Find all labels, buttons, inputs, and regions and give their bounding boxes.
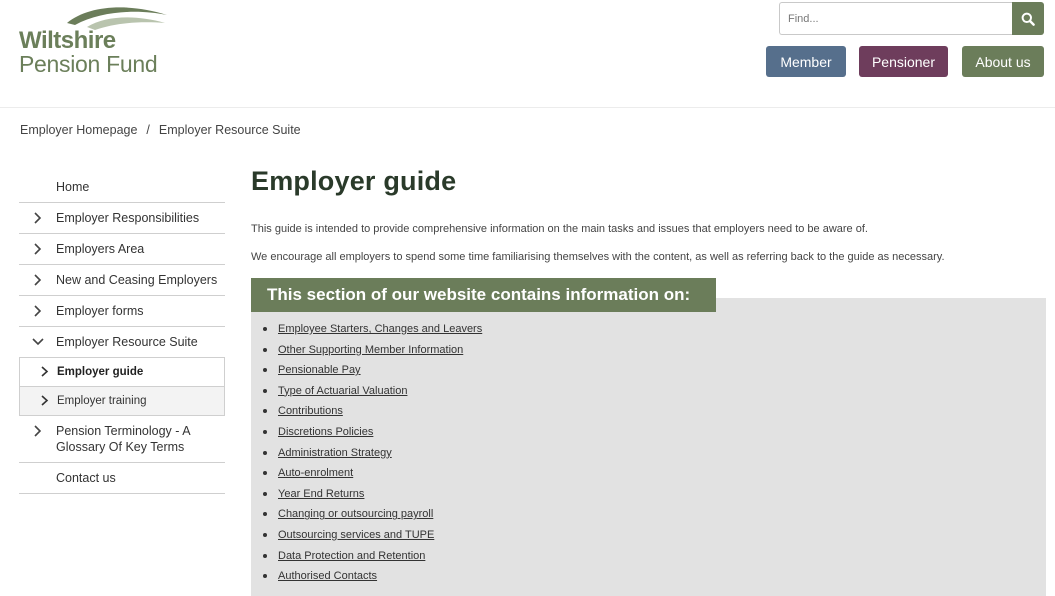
- sidebar-item-label: Employer Resource Suite: [56, 335, 198, 349]
- list-item: Changing or outsourcing payroll: [263, 506, 482, 527]
- list-item: Contributions: [263, 403, 482, 424]
- topic-link-list: Employee Starters, Changes and Leavers O…: [263, 321, 482, 589]
- topic-link[interactable]: Outsourcing services and TUPE: [278, 529, 434, 541]
- breadcrumb-link-employer-homepage[interactable]: Employer Homepage: [20, 123, 137, 137]
- member-button[interactable]: Member: [766, 46, 846, 77]
- sidebar-item-label: Employer forms: [56, 304, 144, 318]
- chevron-right-icon: [34, 305, 42, 317]
- chevron-right-icon: [41, 366, 49, 377]
- sidebar-item-label: Pension Terminology - A Glossary Of Key …: [56, 424, 190, 454]
- sidebar-item-employer-responsibilities[interactable]: Employer Responsibilities: [19, 203, 225, 234]
- sidebar-item-new-and-ceasing-employers[interactable]: New and Ceasing Employers: [19, 265, 225, 296]
- sidebar-item-pension-terminology[interactable]: Pension Terminology - A Glossary Of Key …: [19, 416, 225, 463]
- topic-link[interactable]: Authorised Contacts: [278, 570, 377, 582]
- search-icon: [1021, 12, 1035, 26]
- sidebar-item-employers-area[interactable]: Employers Area: [19, 234, 225, 265]
- list-item: Discretions Policies: [263, 424, 482, 445]
- intro-paragraph: We encourage all employers to spend some…: [251, 251, 945, 263]
- list-item: Other Supporting Member Information: [263, 342, 482, 363]
- topic-link[interactable]: Data Protection and Retention: [278, 550, 425, 562]
- topic-link[interactable]: Discretions Policies: [278, 426, 373, 438]
- sidebar-item-home[interactable]: Home: [19, 172, 225, 203]
- list-item: Data Protection and Retention: [263, 548, 482, 569]
- pensioner-button[interactable]: Pensioner: [859, 46, 948, 77]
- list-item: Type of Actuarial Valuation: [263, 383, 482, 404]
- sidebar-subitem-employer-training[interactable]: Employer training: [19, 387, 225, 416]
- sidebar-subitem-employer-guide[interactable]: Employer guide: [19, 357, 225, 387]
- breadcrumb-link-employer-resource-suite[interactable]: Employer Resource Suite: [159, 123, 301, 137]
- topic-link[interactable]: Type of Actuarial Valuation: [278, 385, 407, 397]
- sidebar-item-employer-forms[interactable]: Employer forms: [19, 296, 225, 327]
- chevron-right-icon: [41, 395, 49, 406]
- site-header: Wiltshire Pension Fund Member Pensioner …: [0, 0, 1055, 108]
- page-title: Employer guide: [251, 166, 457, 196]
- list-item: Outsourcing services and TUPE: [263, 527, 482, 548]
- chevron-right-icon: [34, 212, 42, 224]
- list-item: Employee Starters, Changes and Leavers: [263, 321, 482, 342]
- sidebar-item-label: Employers Area: [56, 242, 145, 256]
- topic-link[interactable]: Administration Strategy: [278, 447, 392, 459]
- topic-link[interactable]: Contributions: [278, 405, 343, 417]
- topic-link[interactable]: Auto-enrolment: [278, 467, 353, 479]
- list-item: Pensionable Pay: [263, 362, 482, 383]
- list-item: Auto-enrolment: [263, 465, 482, 486]
- sidebar-subitem-label: Employer guide: [57, 366, 144, 378]
- list-item: Administration Strategy: [263, 445, 482, 466]
- sidebar-subitem-label: Employer training: [57, 395, 147, 407]
- intro-paragraph: This guide is intended to provide compre…: [251, 223, 868, 235]
- sidebar-item-employer-resource-suite[interactable]: Employer Resource Suite: [19, 327, 225, 357]
- topic-link[interactable]: Changing or outsourcing payroll: [278, 508, 433, 520]
- sidebar-item-label: Contact us: [56, 471, 116, 485]
- panel-heading: This section of our website contains inf…: [251, 278, 716, 312]
- list-item: Year End Returns: [263, 486, 482, 507]
- site-logo[interactable]: Wiltshire Pension Fund: [19, 3, 174, 77]
- sidebar-item-label: New and Ceasing Employers: [56, 273, 218, 287]
- topic-link[interactable]: Other Supporting Member Information: [278, 344, 463, 356]
- sidebar-nav: Home Employer Responsibilities Employers…: [19, 172, 225, 494]
- sidebar-item-label: Employer Responsibilities: [56, 211, 200, 225]
- chevron-right-icon: [34, 243, 42, 255]
- search-bar: [779, 2, 1044, 35]
- sidebar-item-contact-us[interactable]: Contact us: [19, 463, 225, 494]
- search-button[interactable]: [1012, 2, 1044, 35]
- sidebar-item-label: Home: [56, 180, 90, 194]
- about-us-button[interactable]: About us: [962, 46, 1044, 77]
- chevron-right-icon: [34, 274, 42, 286]
- chevron-right-icon: [34, 425, 42, 437]
- topic-link[interactable]: Employee Starters, Changes and Leavers: [278, 323, 482, 335]
- logo-text-line2: Pension Fund: [19, 51, 158, 77]
- chevron-down-icon: [32, 338, 44, 346]
- topic-link[interactable]: Year End Returns: [278, 488, 364, 500]
- search-input[interactable]: [779, 2, 1013, 35]
- breadcrumb-separator: /: [146, 123, 150, 137]
- breadcrumb: Employer Homepage / Employer Resource Su…: [20, 123, 301, 137]
- list-item: Authorised Contacts: [263, 568, 482, 589]
- topic-link[interactable]: Pensionable Pay: [278, 364, 361, 376]
